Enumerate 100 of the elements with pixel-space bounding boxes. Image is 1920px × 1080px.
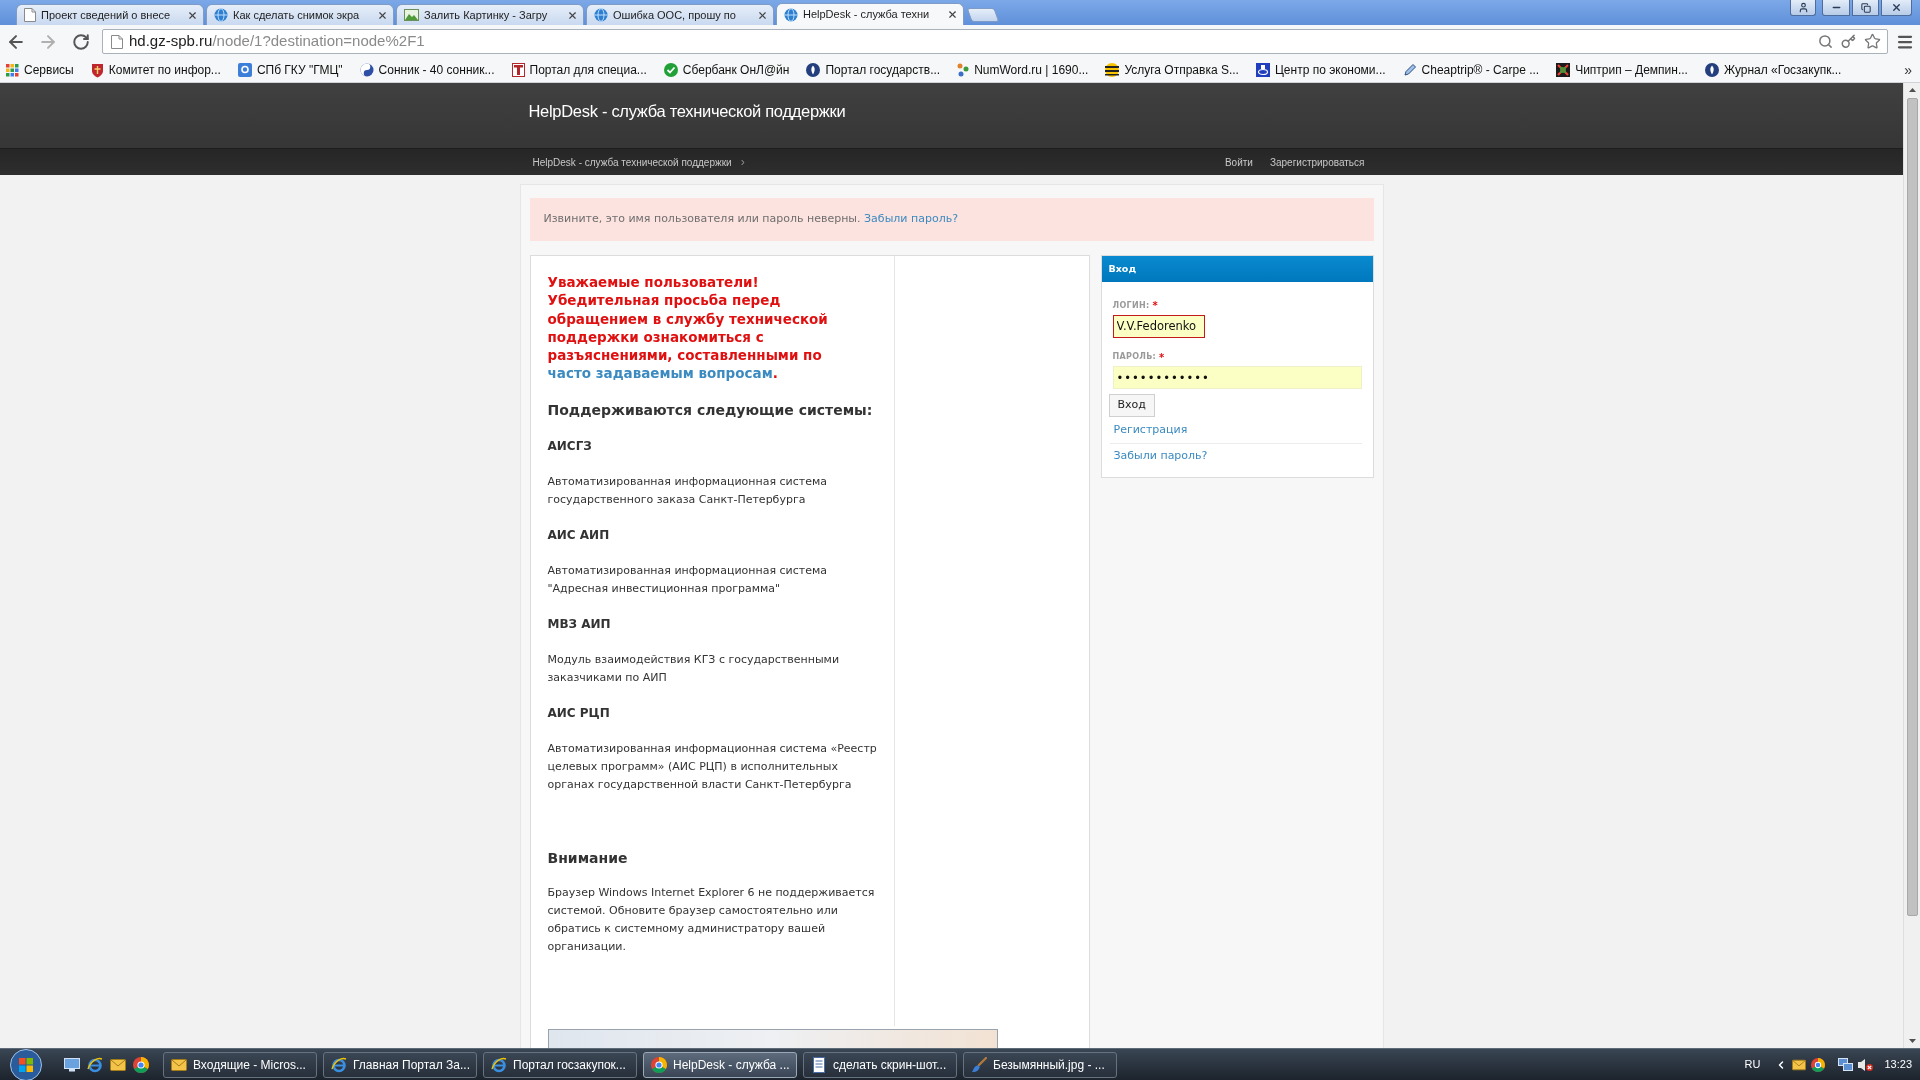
bookmark-item[interactable]: Сонник - 40 сонник... (358, 61, 496, 79)
search-icon[interactable] (1818, 34, 1833, 49)
yin-yang-icon (359, 63, 374, 77)
key-icon[interactable] (1841, 34, 1856, 49)
browser-tab[interactable]: Ошибка ООС, прошу по (586, 4, 774, 25)
close-button[interactable] (1881, 0, 1912, 16)
field-label: ПАРОЛЬ: (1112, 351, 1157, 363)
ring-icon (491, 1056, 507, 1073)
login-link[interactable]: Забыли пароль? (1113, 448, 1208, 465)
address-field[interactable]: hd.gz-spb.ru/node/1?destination=node%2F1 (102, 29, 1888, 54)
scroll-down-arrow-icon[interactable] (1908, 1039, 1916, 1043)
taskbar-button[interactable]: HelpDesk - служба ... (643, 1051, 797, 1078)
alert-message: Извините, это имя пользователя или пароль неверны. Забыли пароль? (543, 211, 958, 228)
desktop-icon[interactable] (64, 1057, 80, 1072)
globe-icon (784, 7, 798, 22)
round-emblem-icon (1704, 63, 1719, 77)
t-shape-icon (511, 63, 525, 77)
globe-icon (214, 8, 228, 22)
browser-tab[interactable]: Как сделать снимок экра (206, 4, 394, 25)
taskbar-button[interactable]: Входящие - Micros... (163, 1051, 317, 1078)
bookmarks-overflow-button[interactable]: » (1904, 63, 1912, 77)
envelope-icon[interactable] (110, 1056, 126, 1073)
striped-ball-icon (1105, 63, 1120, 77)
envelope-icon (1792, 1057, 1807, 1072)
page-icon (24, 8, 36, 22)
system-description: Автоматизированная информационная система государственного заказа Санкт-Петербурга (547, 473, 828, 508)
browser-tab[interactable]: Залить Картинку - Загру (396, 4, 584, 25)
bookmark-item[interactable]: Сбербанк ОнЛ@йн (662, 61, 791, 79)
nav-link[interactable]: Зарегистрироваться (1269, 154, 1365, 170)
language-indicator[interactable]: RU (1744, 1056, 1761, 1073)
scrollbar-thumb[interactable] (1906, 98, 1918, 916)
ring-icon (331, 1056, 347, 1073)
close-icon[interactable] (567, 9, 578, 21)
scroll-up-arrow-icon[interactable] (1908, 88, 1916, 92)
taskbar-button[interactable]: Безымянный.jpg - ... (963, 1051, 1117, 1078)
bookmark-item[interactable]: Портал для специа... (510, 61, 648, 79)
picture-icon (404, 9, 419, 21)
bookmark-item[interactable]: Сервисы (5, 61, 75, 79)
round-emblem-icon (806, 63, 821, 77)
ring-icon[interactable] (87, 1056, 103, 1073)
bookmark-item[interactable]: Центр по экономи... (1254, 61, 1387, 79)
bookmark-item[interactable]: Портал государств... (805, 61, 942, 79)
warning-heading: Внимание (547, 848, 629, 868)
password-field[interactable]: •••••••••••• (1112, 366, 1362, 389)
crossed-tile-icon (1556, 63, 1571, 77)
close-icon[interactable] (377, 9, 388, 21)
browser-tab[interactable]: Проект сведений о внесе (16, 4, 204, 25)
star-icon[interactable] (1864, 33, 1881, 50)
page-icon (111, 34, 123, 49)
restore-icon (1860, 2, 1871, 13)
paintbrush-icon (971, 1056, 987, 1073)
login-field[interactable]: V.V.Fedorenko (1112, 314, 1205, 338)
site-title[interactable]: HelpDesk - служба технической поддержки (528, 102, 846, 120)
bookmark-item[interactable]: NumWord.ru | 1690... (956, 61, 1090, 79)
reload-icon[interactable] (72, 32, 90, 51)
segmented-circle-icon (651, 1056, 667, 1073)
faq-link[interactable]: часто задаваемым вопросам (547, 365, 773, 382)
start-orb-icon[interactable] (10, 1048, 42, 1080)
taskbar-button[interactable]: Портал госзакупок... (483, 1051, 637, 1078)
system-name: МВЗ АИП (547, 615, 612, 632)
browser-tab[interactable]: HelpDesk - служба техни (776, 3, 964, 25)
close-icon[interactable] (757, 9, 768, 21)
close-icon[interactable] (947, 9, 958, 20)
document-icon (811, 1056, 827, 1073)
clock-time[interactable]: 13:23 (1884, 1056, 1912, 1073)
warning-text: Браузер Windows Internet Explorer 6 не поддерживается системой. Обновите браузер самостоятельно или обратись к системному администратору вашей организации. (547, 884, 876, 955)
taskbar-button[interactable]: Главная Портал За... (323, 1051, 477, 1078)
login-button[interactable]: Вход (1108, 394, 1155, 417)
network-icon[interactable] (1838, 1057, 1854, 1072)
profile-button[interactable] (1790, 0, 1816, 16)
system-description: Автоматизированная информационная система «Реестр целевых программ» (АИС РЦП) в исполнительных органах государственной власти Санкт-Петербурга (547, 740, 878, 793)
login-link[interactable]: Регистрация (1113, 421, 1188, 439)
system-description: Автоматизированная информационная система "Адресная инвестиционная программа" (547, 562, 828, 597)
segmented-circle-icon[interactable] (133, 1056, 149, 1073)
bookmark-item[interactable]: Комитет по инфор... (89, 61, 222, 79)
segmented-circle-icon (1811, 1057, 1826, 1072)
nav-link[interactable]: Войти (1224, 154, 1253, 170)
field-label: ЛОГИН: (1112, 299, 1150, 312)
bookmark-item[interactable]: Журнал «Госзакупк... (1703, 61, 1843, 79)
volume-muted-icon[interactable] (1858, 1057, 1874, 1072)
crest-icon (90, 62, 104, 78)
system-description: Модуль взаимодействия КГЗ с государственными заказчиками по АИП (547, 651, 841, 686)
minimize-button[interactable] (1822, 0, 1850, 16)
bookmark-item[interactable]: Чиптрип – Демпин... (1555, 61, 1689, 79)
tile-icon (237, 63, 252, 77)
new-tab-button[interactable] (966, 8, 1000, 22)
bookmark-item[interactable]: Услуга Отправка S... (1104, 61, 1240, 79)
breadcrumb-separator: › (740, 154, 745, 171)
taskbar-button[interactable]: сделать скрин-шот... (803, 1051, 957, 1078)
close-icon[interactable] (187, 9, 198, 21)
user-icon (1797, 2, 1809, 13)
bookmark-item[interactable]: Cheaptrip® - Carpe ... (1401, 61, 1541, 79)
bookmark-item[interactable]: СПб ГКУ "ГМЦ" (236, 61, 344, 79)
maximize-button[interactable] (1852, 0, 1879, 16)
breadcrumb-link[interactable]: HelpDesk - служба технической поддержки (532, 154, 732, 170)
pencil-icon (1402, 63, 1417, 77)
envelope-icon (171, 1056, 187, 1073)
required-mark: * (1159, 350, 1165, 365)
notice-paragraph: Уважаемые пользователи! Убедительная просьба перед обращением в службу технической поддержки ознакомиться с разъяснениями, составленными по часто задаваемым вопросам. (547, 273, 829, 383)
tile-icon (1255, 63, 1270, 77)
